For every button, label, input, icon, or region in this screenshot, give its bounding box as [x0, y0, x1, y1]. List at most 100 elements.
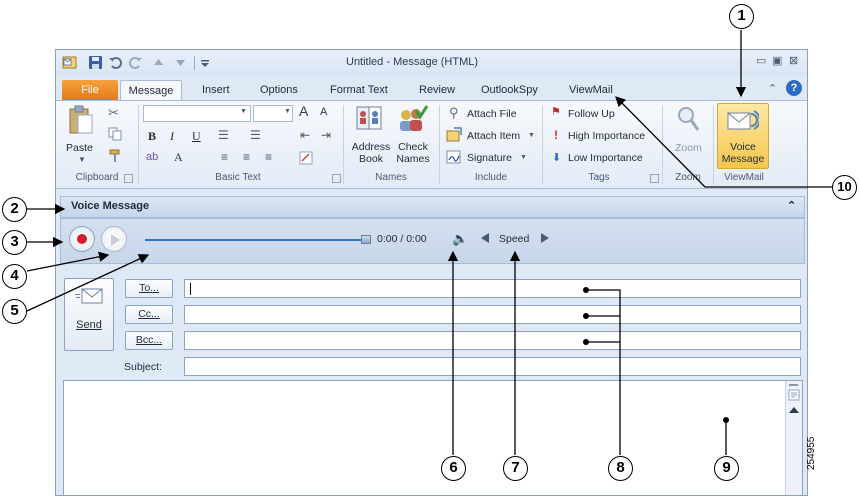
tab-review[interactable]: Review [413, 80, 461, 100]
paste-dropdown-icon[interactable]: ▼ [78, 155, 86, 164]
restore-button[interactable]: ▣ [772, 54, 782, 67]
callout-9: 9 [714, 456, 739, 481]
paperclip-icon: ⚲ [449, 105, 459, 120]
align-right-icon[interactable]: ≡ [265, 150, 272, 164]
clear-formatting-icon[interactable] [299, 151, 313, 165]
help-button[interactable]: ? [786, 80, 802, 96]
attach-item-button[interactable]: Attach Item [467, 130, 520, 142]
shrink-font-button[interactable]: A [320, 106, 327, 118]
follow-up-button[interactable]: Follow Up [568, 108, 615, 120]
address-book-icon[interactable] [355, 105, 383, 133]
bcc-button[interactable]: Bcc... [125, 331, 173, 350]
paste-button[interactable]: Paste [66, 142, 93, 154]
seek-bar[interactable] [145, 239, 367, 241]
to-field[interactable] [184, 279, 801, 298]
qat-separator [194, 56, 195, 70]
subject-field[interactable] [184, 357, 801, 376]
redo-icon[interactable] [128, 55, 143, 70]
title-bar: Untitled - Message (HTML) ▭ ▣ ⊠ [56, 50, 807, 76]
record-button[interactable] [69, 226, 95, 252]
play-button[interactable] [101, 226, 127, 252]
font-name-combo[interactable] [143, 105, 251, 122]
paste-icon[interactable] [68, 105, 94, 135]
speed-decrease-icon[interactable] [481, 233, 489, 243]
bold-button[interactable]: B [148, 129, 156, 144]
underline-button[interactable]: U [192, 129, 201, 144]
names-group-label: Names [375, 172, 407, 183]
scroll-up-icon[interactable] [789, 407, 799, 413]
align-center-icon[interactable]: ≡ [243, 150, 250, 164]
ribbon: Paste ▼ ✂ Clipboard ▼ ▼ A A B I U ☰ ☰ ⇤ … [56, 100, 807, 189]
cc-field[interactable] [184, 305, 801, 324]
signature-button[interactable]: Signature [467, 152, 512, 164]
speed-increase-icon[interactable] [541, 233, 549, 243]
next-item-icon[interactable] [173, 55, 188, 70]
attach-file-button[interactable]: Attach File [467, 108, 517, 120]
volume-icon[interactable]: 🔈 [452, 231, 468, 247]
customize-qat-icon[interactable] [198, 55, 213, 70]
increase-indent-icon[interactable]: ⇥ [321, 128, 331, 142]
format-painter-icon[interactable] [108, 149, 122, 163]
voice-message-header-title: Voice Message [71, 200, 150, 212]
callout-dot [583, 287, 589, 293]
check-names-icon[interactable] [396, 105, 428, 133]
voice-message-button[interactable]: Voice Message [717, 103, 769, 169]
callout-6: 6 [441, 456, 466, 481]
undo-icon[interactable] [108, 55, 123, 70]
address-book-button[interactable]: Address Book [351, 141, 391, 165]
attach-item-dropdown-icon[interactable]: ▼ [528, 132, 535, 139]
font-size-dropdown-icon[interactable]: ▼ [284, 108, 291, 115]
collapse-voice-pane-icon[interactable]: ⌃ [787, 199, 796, 212]
bcc-field[interactable] [184, 331, 801, 350]
align-left-icon[interactable]: ≡ [221, 150, 228, 164]
grow-font-button[interactable]: A [299, 103, 308, 119]
seek-thumb[interactable] [361, 235, 371, 244]
save-icon[interactable] [88, 55, 103, 70]
highlight-icon[interactable]: ab [146, 151, 158, 163]
body-scrollbar[interactable] [785, 381, 802, 495]
italic-button[interactable]: I [170, 129, 174, 144]
callout-10: 10 [832, 175, 857, 200]
tab-format-text[interactable]: Format Text [324, 80, 394, 100]
low-importance-button[interactable]: Low Importance [568, 152, 643, 164]
copy-icon[interactable] [108, 127, 122, 141]
tab-outlookspy[interactable]: OutlookSpy [475, 80, 544, 100]
basic-text-dialog-launcher[interactable] [332, 174, 341, 183]
outlook-app-icon[interactable] [62, 55, 77, 70]
scroll-split-handle[interactable] [789, 384, 798, 386]
send-envelope-icon [75, 288, 103, 304]
cc-button[interactable]: Cc... [125, 305, 173, 324]
signature-dropdown-icon[interactable]: ▼ [520, 154, 527, 161]
tab-insert[interactable]: Insert [196, 80, 236, 100]
tab-options[interactable]: Options [254, 80, 304, 100]
outlook-message-window: Untitled - Message (HTML) ▭ ▣ ⊠ File Mes… [55, 49, 808, 496]
tab-message[interactable]: Message [120, 80, 182, 101]
font-color-icon[interactable]: A [174, 150, 183, 165]
cut-icon[interactable]: ✂ [108, 105, 119, 121]
callout-dot [723, 417, 729, 423]
clipboard-dialog-launcher[interactable] [124, 174, 133, 183]
speed-label: Speed [499, 233, 530, 245]
ruler-toggle-icon[interactable] [788, 389, 800, 401]
zoom-button[interactable]: Zoom [675, 142, 702, 154]
check-names-button[interactable]: Check Names [394, 141, 432, 165]
tags-dialog-launcher[interactable] [650, 174, 659, 183]
callout-2: 2 [2, 197, 27, 222]
voice-message-header[interactable]: Voice Message ⌃ [60, 196, 805, 218]
to-button[interactable]: To... [125, 279, 173, 298]
message-body-editor[interactable] [63, 380, 803, 495]
bullets-icon[interactable]: ☰ [218, 128, 229, 142]
tab-file[interactable]: File [62, 80, 118, 100]
minimize-button[interactable]: ▭ [756, 54, 766, 67]
minimize-ribbon-button[interactable]: ⌃ [768, 82, 777, 95]
record-icon [77, 234, 87, 244]
previous-item-icon[interactable] [151, 55, 166, 70]
decrease-indent-icon[interactable]: ⇤ [300, 128, 310, 142]
zoom-magnifier-icon[interactable] [676, 105, 700, 133]
high-importance-button[interactable]: High Importance [568, 130, 645, 142]
close-button[interactable]: ⊠ [789, 54, 798, 67]
font-name-dropdown-icon[interactable]: ▼ [240, 108, 247, 115]
send-button[interactable]: Send [64, 278, 114, 351]
tab-viewmail[interactable]: ViewMail [563, 80, 619, 100]
numbering-icon[interactable]: ☰ [250, 128, 261, 142]
